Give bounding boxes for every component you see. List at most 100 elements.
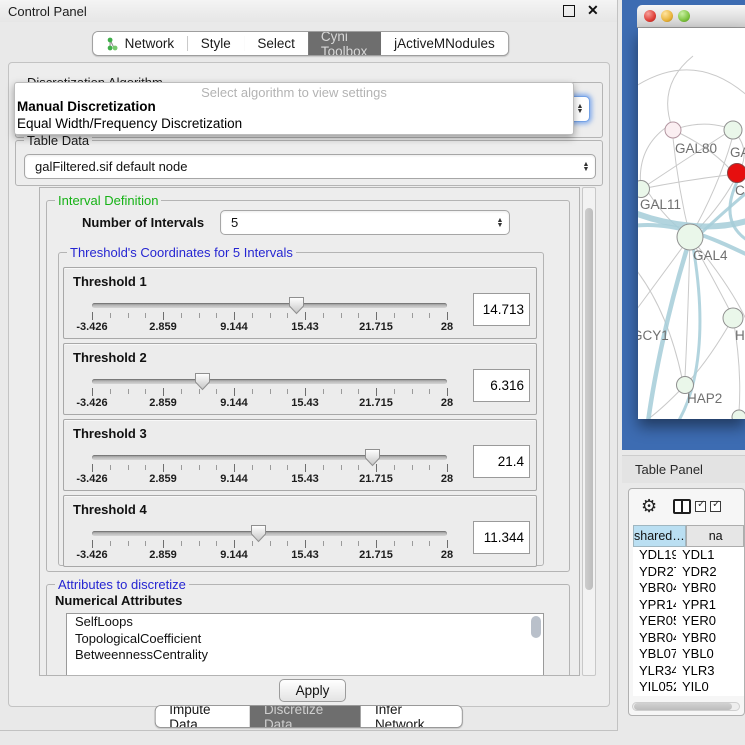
tab-impute-data[interactable]: Impute Data bbox=[155, 706, 250, 727]
scrollbar-thumb[interactable] bbox=[585, 208, 593, 590]
table-row[interactable]: YIL052CYIL0 bbox=[633, 679, 744, 696]
slider-thumb[interactable] bbox=[194, 372, 211, 391]
tick-label: 9.144 bbox=[220, 473, 248, 485]
threshold-value-field[interactable]: 14.713 bbox=[473, 293, 530, 326]
table-row[interactable]: YER054CYER0 bbox=[633, 613, 744, 630]
numerical-attributes-list[interactable]: SelfLoopsTopologicalCoefficientBetweenne… bbox=[66, 613, 544, 676]
node-label: GAL80 bbox=[675, 141, 717, 156]
tab-cyni-toolbox[interactable]: Cyni Toolbox bbox=[308, 32, 381, 55]
threshold-slider[interactable]: -3.4262.8599.14415.4321.71528 bbox=[92, 448, 447, 488]
tick-mark bbox=[216, 465, 217, 470]
zoom-traffic-light-icon[interactable] bbox=[678, 10, 690, 22]
tick-mark bbox=[92, 464, 93, 472]
slider-track[interactable] bbox=[92, 455, 447, 460]
tab-infer-network[interactable]: Infer Network bbox=[361, 706, 462, 727]
checkbox-icon[interactable] bbox=[695, 501, 706, 512]
algorithm-option-equal-width[interactable]: Equal Width/Frequency Discretization bbox=[15, 116, 573, 133]
list-item[interactable]: BetweennessCentrality bbox=[67, 647, 543, 664]
tick-label: 2.859 bbox=[149, 549, 177, 561]
number-of-intervals-combobox[interactable]: 5 ▲▼ bbox=[220, 210, 510, 235]
network-window-titlebar bbox=[637, 5, 745, 28]
tick-mark bbox=[323, 541, 324, 546]
scrollbar-thumb[interactable] bbox=[634, 703, 732, 710]
list-item[interactable]: SelfLoops bbox=[67, 614, 543, 631]
tick-mark bbox=[145, 313, 146, 318]
tick-label: 28 bbox=[441, 321, 453, 333]
table-row[interactable]: YDL19…YDL1 bbox=[633, 547, 744, 564]
tick-mark bbox=[92, 388, 93, 396]
threshold-value-field[interactable]: 11.344 bbox=[473, 521, 530, 554]
slider-track[interactable] bbox=[92, 531, 447, 536]
network-edge bbox=[668, 56, 693, 130]
list-scrollbar[interactable] bbox=[531, 616, 541, 670]
minimize-traffic-light-icon[interactable] bbox=[661, 10, 673, 22]
tab-jactivemnodules[interactable]: jActiveMNodules bbox=[381, 32, 508, 55]
slider-track[interactable] bbox=[92, 379, 447, 384]
tick-mark bbox=[181, 465, 182, 470]
table-horizontal-scrollbar[interactable] bbox=[632, 702, 740, 711]
tick-mark bbox=[412, 389, 413, 394]
split-columns-icon[interactable] bbox=[673, 499, 691, 514]
tick-mark bbox=[163, 312, 164, 320]
tab-network[interactable]: Network bbox=[93, 32, 188, 55]
settings-vertical-scrollbar[interactable] bbox=[582, 187, 596, 676]
checkbox-icon[interactable] bbox=[710, 501, 721, 512]
tick-mark bbox=[323, 465, 324, 470]
tick-mark bbox=[429, 465, 430, 470]
list-item[interactable]: TopologicalCoefficient bbox=[67, 631, 543, 648]
tick-mark bbox=[252, 465, 253, 470]
algorithm-option-manual[interactable]: Manual Discretization bbox=[15, 99, 573, 116]
network-node-gal4[interactable] bbox=[677, 224, 703, 250]
slider-track[interactable] bbox=[92, 303, 447, 308]
close-traffic-light-icon[interactable] bbox=[644, 10, 656, 22]
tick-label: -3.426 bbox=[76, 473, 107, 485]
tick-mark bbox=[128, 313, 129, 318]
settings-scrollpane: Interval Definition Number of Intervals … bbox=[39, 187, 580, 676]
threshold-slider[interactable]: -3.4262.8599.14415.4321.71528 bbox=[92, 372, 447, 412]
network-node-ga[interactable] bbox=[724, 121, 742, 139]
threshold-value-field[interactable]: 6.316 bbox=[473, 369, 530, 402]
network-icon bbox=[106, 37, 119, 51]
network-canvas[interactable]: GAL80GACGAL11GAL4GCY1HHAP2 bbox=[638, 28, 745, 419]
table-row[interactable]: YBR043CYBR0 bbox=[633, 580, 744, 597]
close-icon[interactable]: ✕ bbox=[587, 2, 599, 19]
network-node-gal80[interactable] bbox=[665, 122, 681, 138]
threshold-slider[interactable]: -3.4262.8599.14415.4321.71528 bbox=[92, 524, 447, 564]
slider-thumb[interactable] bbox=[250, 524, 267, 543]
network-node-c[interactable] bbox=[728, 164, 745, 183]
tab-discretize-data[interactable]: Discretize Data bbox=[250, 706, 361, 727]
stepper-arrows-icon[interactable]: ▲▼ bbox=[577, 162, 595, 172]
tab-select[interactable]: Select bbox=[244, 32, 308, 55]
tab-label: Network bbox=[125, 36, 175, 51]
table-row[interactable]: YPR145WYPR1 bbox=[633, 597, 744, 614]
attributes-group-title: Attributes to discretize bbox=[55, 577, 189, 592]
column-header[interactable]: na bbox=[686, 525, 744, 547]
table-data-value: galFiltered.sif default node bbox=[25, 159, 577, 174]
table-data-combobox[interactable]: galFiltered.sif default node ▲▼ bbox=[24, 154, 596, 179]
table-row[interactable]: YLR345WYLR3 bbox=[633, 663, 744, 680]
table-row[interactable]: YBL079WYBL0 bbox=[633, 646, 744, 663]
network-node[interactable] bbox=[732, 410, 745, 419]
table-row[interactable]: YDR27…YDR2 bbox=[633, 564, 744, 581]
tick-label: 15.43 bbox=[291, 397, 319, 409]
threshold-slider[interactable]: -3.4262.8599.14415.4321.71528 bbox=[92, 296, 447, 336]
tick-mark bbox=[270, 465, 271, 470]
threshold-value-field[interactable]: 21.4 bbox=[473, 445, 530, 478]
tick-mark bbox=[216, 389, 217, 394]
tick-mark bbox=[234, 540, 235, 548]
table-row[interactable]: YBR045CYBR0 bbox=[633, 630, 744, 647]
tick-mark bbox=[110, 541, 111, 546]
stepper-arrows-icon[interactable]: ▲▼ bbox=[491, 218, 509, 228]
tick-mark bbox=[358, 465, 359, 470]
slider-thumb[interactable] bbox=[364, 448, 381, 467]
apply-button[interactable]: Apply bbox=[279, 679, 346, 702]
slider-thumb[interactable] bbox=[288, 296, 305, 315]
tab-style[interactable]: Style bbox=[188, 32, 244, 55]
gear-icon[interactable]: ⚙ bbox=[641, 496, 657, 517]
network-node-gal11[interactable] bbox=[638, 181, 650, 198]
float-window-icon[interactable] bbox=[563, 5, 575, 17]
column-header[interactable]: shared… bbox=[633, 525, 686, 547]
table-panel-header: Table Panel bbox=[622, 455, 745, 483]
network-node-h[interactable] bbox=[723, 308, 743, 328]
table-header-row: shared…na bbox=[633, 525, 744, 547]
